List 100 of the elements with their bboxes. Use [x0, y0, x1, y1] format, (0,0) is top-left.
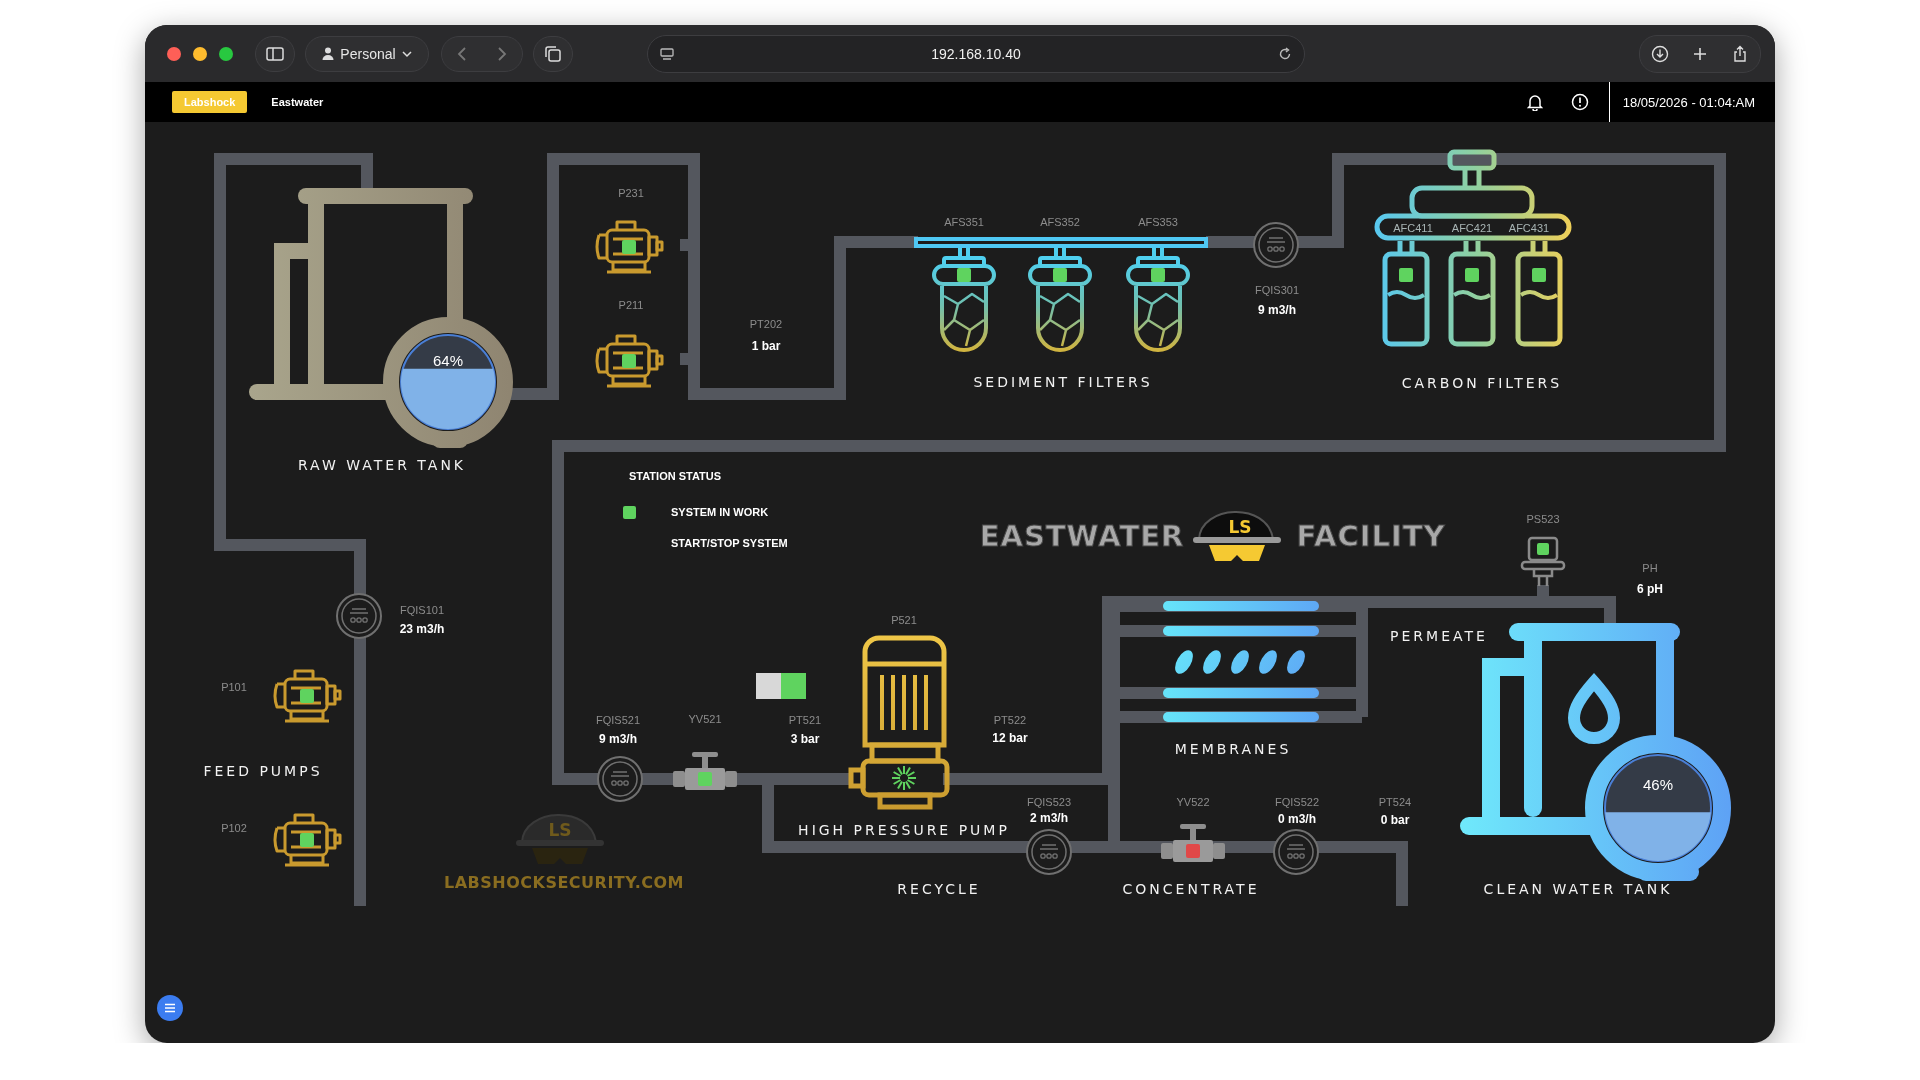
flow-meter-icon: [336, 593, 382, 639]
alert-icon[interactable]: [1570, 93, 1589, 111]
chat-button[interactable]: [157, 995, 183, 1021]
high-pressure-pump-icon: [848, 635, 950, 810]
section-label: HIGH PRESSURE PUMP: [798, 822, 1010, 838]
logo-text: LS: [548, 820, 572, 840]
url-text: 192.168.10.40: [930, 45, 1022, 62]
sediment-filter-icon: [1028, 246, 1092, 352]
instrument-tag: FQIS101: [400, 604, 444, 616]
reload-icon[interactable]: [1278, 46, 1292, 61]
nav-tab[interactable]: Eastwater: [259, 91, 336, 113]
filter-tag: AFS352: [1040, 216, 1080, 228]
page-icon: [660, 46, 674, 61]
instrument-reading: 23 m3/h: [399, 622, 445, 636]
flow-meter-icon: [1253, 222, 1299, 268]
helmet-icon: [516, 814, 604, 864]
switch-tag: PS523: [1526, 513, 1560, 525]
level-reading: 64%: [433, 352, 463, 370]
sediment-filter-icon: [1126, 246, 1190, 352]
plus-icon: [1692, 45, 1708, 62]
instrument-reading: 0 bar: [1380, 813, 1410, 827]
section-label: SEDIMENT FILTERS: [973, 374, 1153, 390]
level-reading: 46%: [1643, 775, 1673, 793]
instrument-tag: PT202: [749, 318, 783, 330]
pump-icon: [273, 669, 342, 723]
instrument-reading: 9 m3/h: [599, 732, 637, 746]
instrument-reading: 6 pH: [1637, 582, 1663, 596]
share-icon: [1732, 44, 1748, 63]
instrument-reading: 9 m3/h: [1258, 303, 1296, 317]
valve-tag: YV521: [688, 713, 722, 725]
person-icon: [322, 47, 335, 60]
tab-overview-button[interactable]: [533, 35, 573, 72]
filter-tag: AFS353: [1138, 216, 1178, 228]
brand-text: LABSHOCKSECURITY.COM: [443, 873, 685, 892]
logo-text: LS: [1228, 517, 1252, 537]
section-label: RAW WATER TANK: [297, 457, 467, 473]
back-icon[interactable]: [457, 45, 467, 62]
status-label: SYSTEM IN WORK: [671, 506, 769, 518]
pressure-switch-icon: [1520, 536, 1566, 588]
instrument-tag: PT524: [1378, 796, 1412, 808]
helmet-icon: [1193, 511, 1281, 561]
profile-name: Personal: [340, 45, 396, 62]
facility-title: EASTWATER: [979, 519, 1185, 553]
flow-meter-icon: [597, 756, 643, 802]
date-time: 18/05/2026 - 01:04:AM: [1622, 94, 1755, 110]
instrument-reading: 1 bar: [751, 339, 781, 353]
instrument-tag: FQIS523: [1027, 796, 1071, 808]
profile-button[interactable]: Personal: [305, 35, 429, 72]
instrument-reading: 12 bar: [992, 731, 1028, 745]
instrument-tag: PT521: [788, 714, 822, 726]
sidebar-button[interactable]: [255, 35, 295, 72]
pump-tag: P101: [221, 681, 247, 693]
flow-meter-icon: [1026, 829, 1072, 875]
filter-tag: AFS351: [944, 216, 984, 228]
start-stop-toggle[interactable]: [756, 673, 806, 699]
pump-tag: P102: [221, 822, 247, 834]
forward-icon[interactable]: [497, 45, 507, 62]
pump-tag: P211: [618, 299, 644, 311]
instrument-reading: 2 m3/h: [1030, 811, 1068, 825]
section-label: MEMBRANES: [1174, 741, 1292, 757]
section-label: CARBON FILTERS: [1401, 375, 1563, 391]
pump-icon: [595, 334, 664, 388]
bell-icon[interactable]: [1526, 93, 1543, 111]
instrument-tag: PT522: [993, 714, 1027, 726]
section-label: CLEAN WATER TANK: [1483, 881, 1673, 897]
line-label: RECYCLE: [897, 881, 981, 897]
filter-tag: AFC431: [1508, 222, 1550, 234]
sidebar-icon: [266, 46, 284, 61]
filter-tag: AFC411: [1393, 222, 1433, 234]
close-button[interactable]: [167, 46, 181, 61]
status-title: STATION STATUS: [629, 470, 722, 482]
instrument-tag: FQIS522: [1275, 796, 1319, 808]
carbon-filter-icon: [1448, 238, 1496, 347]
instrument-reading: 3 bar: [790, 732, 820, 746]
sediment-filter-icon: [932, 246, 996, 352]
pump-tag: P231: [618, 187, 644, 199]
carbon-filter-icon: [1382, 238, 1430, 347]
instrument-tag: FQIS301: [1255, 284, 1299, 296]
instrument-tag: PH: [1642, 562, 1658, 574]
menu-icon: [164, 1003, 176, 1013]
minimize-button[interactable]: [193, 46, 207, 61]
flow-meter-icon: [1273, 829, 1319, 875]
chevron-down-icon: [401, 49, 412, 58]
facility-title: FACILITY: [1296, 519, 1446, 553]
filter-tag: AFC421: [1451, 222, 1493, 234]
pump-tag: P521: [891, 614, 917, 626]
download-icon: [1651, 44, 1669, 63]
pump-icon: [273, 813, 342, 867]
tabs-icon: [544, 44, 562, 63]
carbon-filter-icon: [1515, 238, 1563, 347]
maximize-button[interactable]: [219, 46, 233, 61]
line-label: CONCENTRATE: [1122, 881, 1260, 897]
section-label: FEED PUMPS: [203, 763, 323, 779]
pump-icon: [595, 220, 664, 274]
address-bar[interactable]: 192.168.10.40: [647, 34, 1305, 73]
instrument-tag: FQIS521: [596, 714, 640, 726]
valve-tag: YV522: [1176, 796, 1210, 808]
line-label: PERMEATE: [1390, 628, 1488, 644]
instrument-reading: 0 m3/h: [1278, 812, 1316, 826]
status-label: START/STOP SYSTEM: [671, 537, 788, 549]
